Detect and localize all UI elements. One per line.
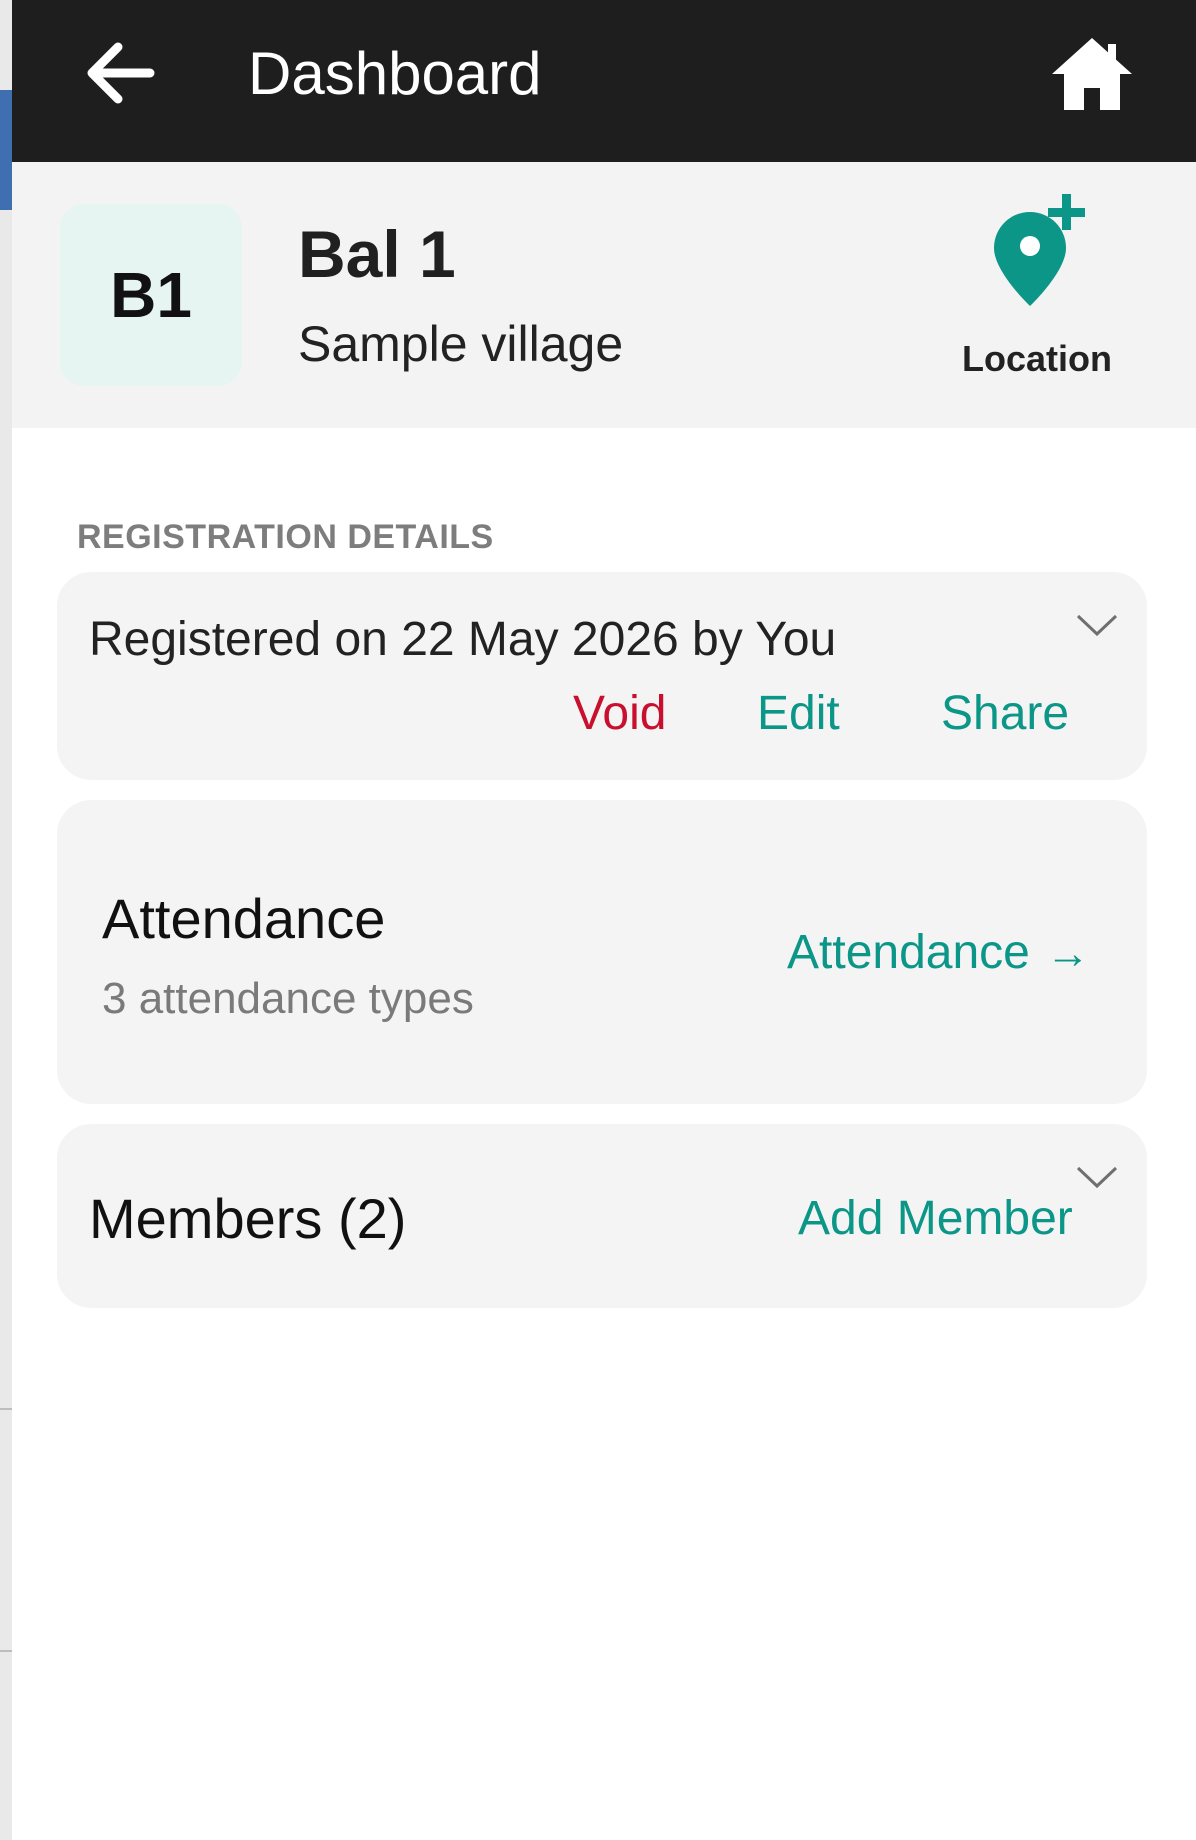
page-title: Dashboard: [248, 40, 542, 107]
chevron-down-icon[interactable]: [1075, 612, 1119, 640]
home-button[interactable]: [1042, 24, 1142, 124]
map-pin-plus-icon: [994, 194, 1085, 306]
subject-header: B1 Bal 1 Sample village Location: [12, 162, 1196, 428]
background-divider: [0, 1408, 12, 1410]
background-window-fragment: [0, 90, 12, 210]
attendance-card: Attendance 3 attendance types Attendance…: [57, 800, 1147, 1104]
location-button[interactable]: Location: [942, 192, 1132, 398]
avatar: B1: [60, 204, 242, 386]
members-card: Members (2) Add Member: [57, 1124, 1147, 1308]
attendance-link-label: Attendance: [787, 926, 1030, 979]
arrow-right-icon: →: [1045, 929, 1090, 978]
attendance-title: Attendance: [102, 887, 386, 950]
edit-button[interactable]: Edit: [757, 686, 840, 742]
void-button[interactable]: Void: [573, 686, 666, 742]
arrow-left-icon: [87, 42, 155, 104]
add-member-button[interactable]: Add Member: [798, 1190, 1073, 1248]
background-divider: [0, 1650, 12, 1652]
chevron-down-icon[interactable]: [1075, 1164, 1119, 1192]
app-screen: Dashboard B1 Bal 1 Sample village Locati…: [12, 0, 1196, 1840]
share-button[interactable]: Share: [941, 686, 1069, 742]
subject-location: Sample village: [298, 316, 624, 372]
registration-summary: Registered on 22 May 2026 by You: [89, 613, 837, 666]
subject-name: Bal 1: [298, 217, 456, 291]
registration-section-heading: REGISTRATION DETAILS: [77, 518, 494, 556]
registration-card: Registered on 22 May 2026 by You Void Ed…: [57, 572, 1147, 780]
attendance-subtitle: 3 attendance types: [102, 974, 474, 1023]
members-title: Members (2): [89, 1187, 407, 1250]
app-bar: Dashboard: [12, 0, 1196, 162]
attendance-link[interactable]: Attendance →: [787, 924, 1090, 983]
back-button[interactable]: [72, 30, 168, 116]
location-label: Location: [962, 338, 1112, 379]
home-icon: [1052, 38, 1132, 110]
